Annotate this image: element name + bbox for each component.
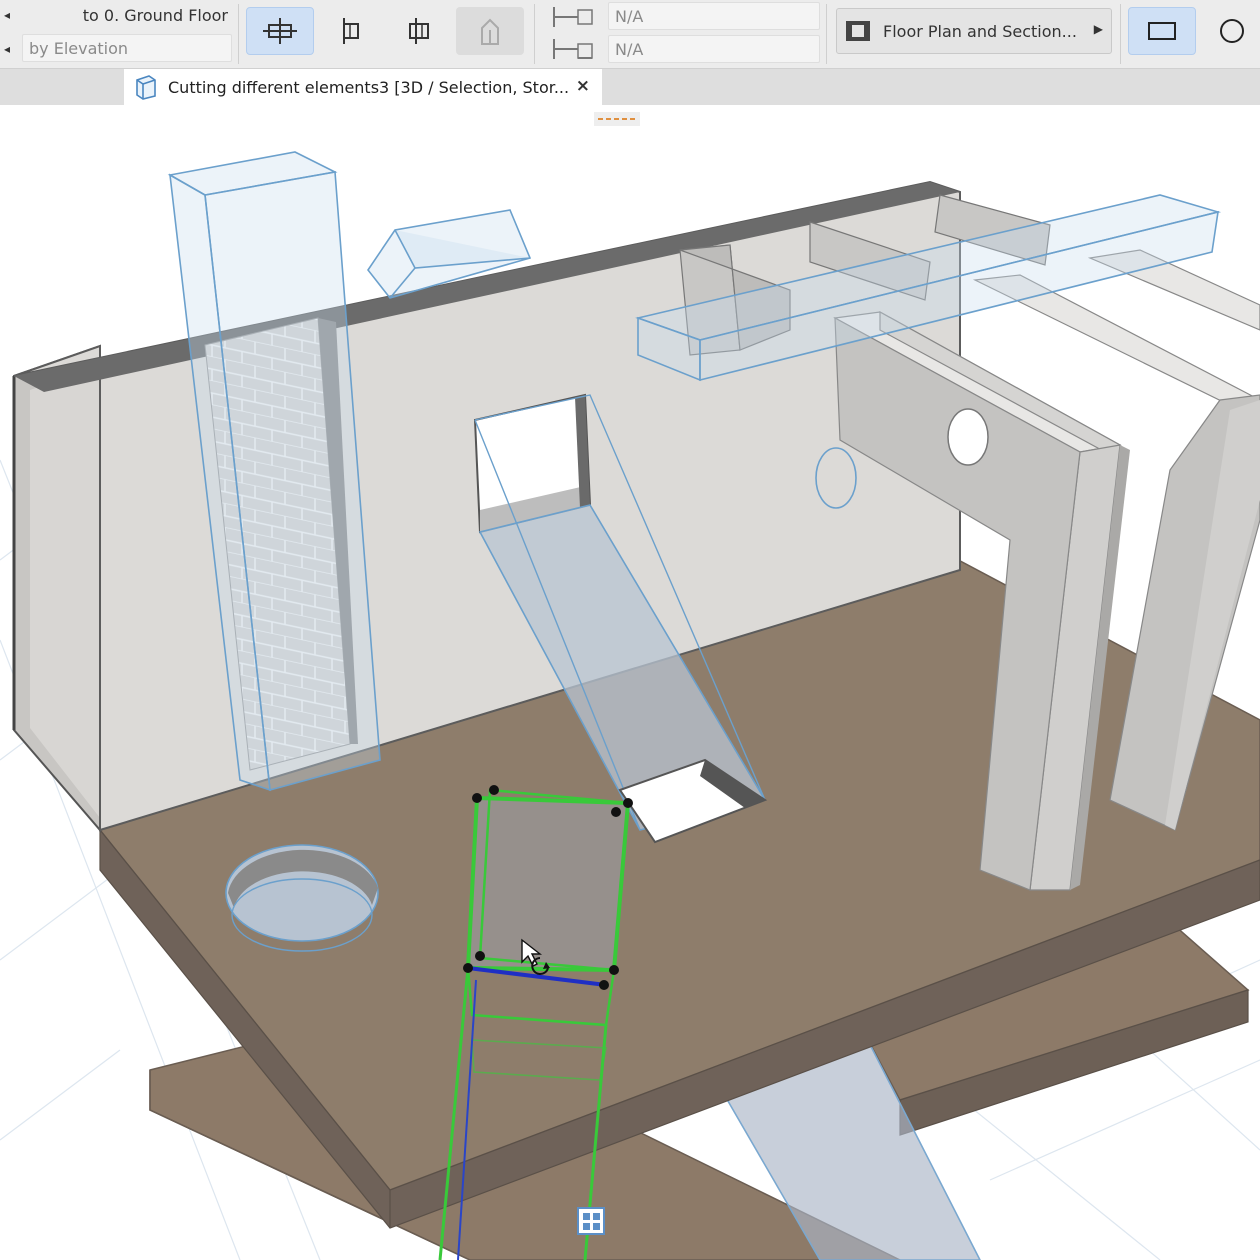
anchor-left-icon <box>343 18 359 44</box>
rectangle-icon <box>1148 22 1176 40</box>
top-link-arrow-icon: ◂ <box>4 8 11 22</box>
bottom-link-label: by Elevation <box>29 39 129 58</box>
tab-3d-window[interactable]: Cutting different elements3 [3D / Select… <box>124 69 602 105</box>
bottom-link-arrow-icon: ◂ <box>4 42 11 56</box>
cube-3d-icon <box>136 75 156 100</box>
top-link-story-field[interactable]: to 0. Ground Floor <box>24 2 232 30</box>
anchor-center-button[interactable] <box>246 7 314 55</box>
top-link-story-label: to 0. Ground Floor <box>82 6 228 25</box>
3d-viewport[interactable] <box>0 106 1260 1260</box>
floor-plan-section-settings-button[interactable]: Floor Plan and Section... ▶ <box>836 8 1112 54</box>
anchor-center-icon <box>263 18 297 44</box>
play-right-icon: ▶ <box>1093 22 1103 36</box>
splitter-grip[interactable] <box>594 112 640 126</box>
circle-icon <box>1220 19 1244 43</box>
geometry-rectangle-button[interactable] <box>1128 7 1196 55</box>
anchor-vertical-button[interactable] <box>456 7 524 55</box>
anchor-core-icon <box>409 18 429 44</box>
info-box-toolbar: ◂ to 0. Ground Floor ◂ by Elevation N/A … <box>0 0 1260 69</box>
top-offset-field[interactable]: N/A <box>608 2 820 30</box>
3d-model-canvas[interactable] <box>0 106 1260 1260</box>
toolbar-divider <box>1120 4 1121 64</box>
view-tab-bar: Cutting different elements3 [3D / Select… <box>0 69 1260 105</box>
tab-title: Cutting different elements3 [3D / Select… <box>168 77 570 97</box>
bottom-offset-icon <box>553 39 593 59</box>
anchor-core-button[interactable] <box>386 7 454 55</box>
bottom-offset-value: N/A <box>615 40 644 59</box>
top-offset-value: N/A <box>615 7 644 26</box>
bottom-offset-field[interactable]: N/A <box>608 35 820 63</box>
left-wall[interactable] <box>12 344 101 833</box>
floor-plan-icon <box>846 21 870 41</box>
close-tab-icon[interactable]: × <box>576 76 590 96</box>
toolbar-divider <box>238 4 239 64</box>
floor-plan-section-label: Floor Plan and Section... <box>883 21 1077 41</box>
bottom-link-field[interactable]: by Elevation <box>22 34 232 62</box>
anchor-left-button[interactable] <box>318 7 386 55</box>
archicad-window: ◂ to 0. Ground Floor ◂ by Elevation N/A … <box>0 0 1260 1260</box>
pet-palette-icon[interactable] <box>577 1207 605 1235</box>
top-offset-icon <box>553 7 593 27</box>
anchor-vertical-icon <box>481 18 499 45</box>
toolbar-divider <box>534 4 535 64</box>
geometry-circle-button[interactable] <box>1208 7 1256 55</box>
toolbar-divider <box>826 4 827 64</box>
